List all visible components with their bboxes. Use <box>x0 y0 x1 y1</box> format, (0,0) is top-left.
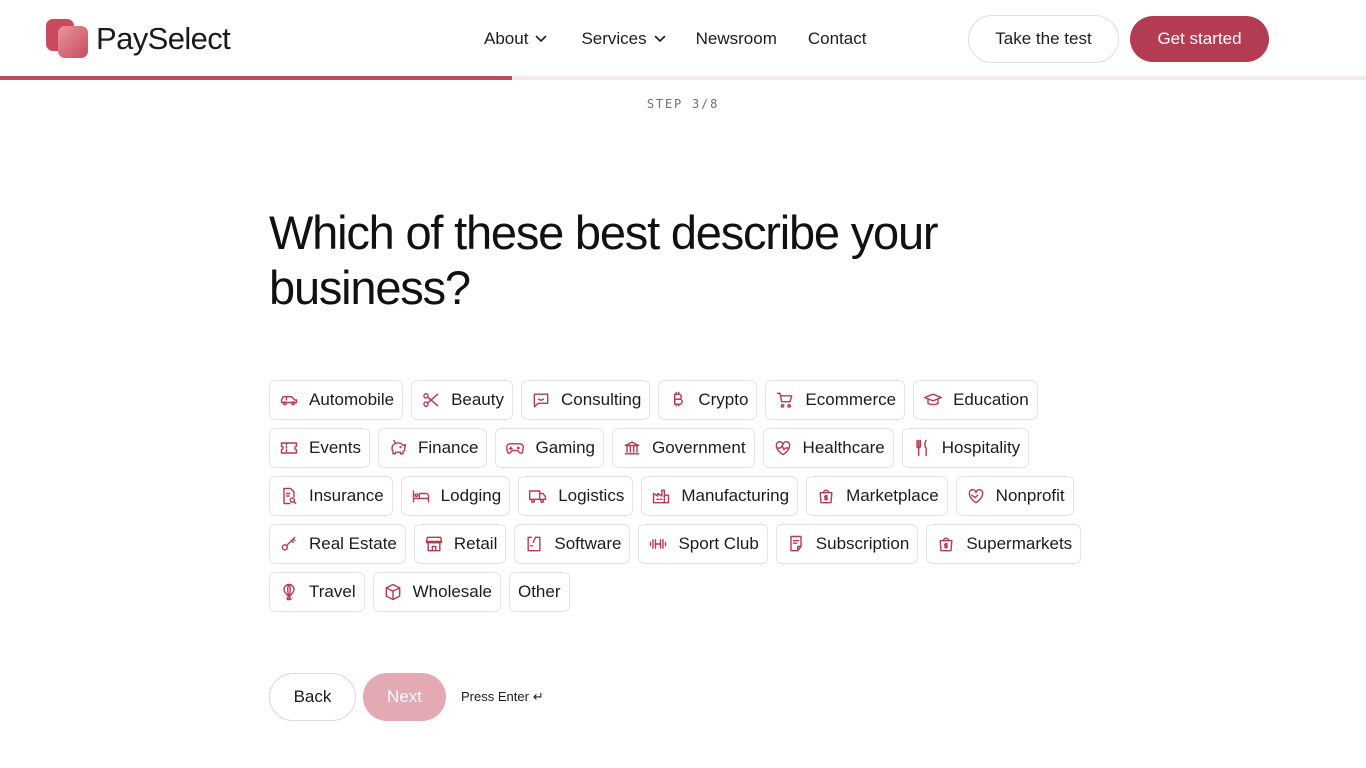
code-window-icon <box>523 533 545 555</box>
option-logistics[interactable]: Logistics <box>518 476 634 516</box>
option-gaming[interactable]: Gaming <box>495 428 604 468</box>
dollar-bag-icon <box>935 533 957 555</box>
option-ecommerce[interactable]: Ecommerce <box>765 380 906 420</box>
nav-contact[interactable]: Contact <box>808 26 867 52</box>
business-type-options: Automobile Beauty Consulting Crypto Ecom… <box>269 380 1109 620</box>
logo-mark-icon <box>46 18 90 60</box>
chevron-down-icon <box>654 35 666 43</box>
option-government[interactable]: Government <box>612 428 755 468</box>
option-sport-club[interactable]: Sport Club <box>638 524 768 564</box>
brand-name: PaySelect <box>96 21 231 56</box>
car-icon <box>278 389 300 411</box>
back-button[interactable]: Back <box>269 673 356 721</box>
key-icon <box>278 533 300 555</box>
progress-bar-fill <box>0 76 513 80</box>
truck-icon <box>527 485 549 507</box>
option-healthcare[interactable]: Healthcare <box>762 428 894 468</box>
option-finance[interactable]: Finance <box>377 428 488 468</box>
document-search-icon <box>278 485 300 507</box>
option-crypto[interactable]: Crypto <box>658 380 758 420</box>
scissors-icon <box>420 389 442 411</box>
options-row: Events Finance Gaming Government Healthc… <box>269 428 1109 468</box>
nav-services-label: Services <box>581 29 647 48</box>
heart-pulse-icon <box>772 437 794 459</box>
store-icon <box>423 533 445 555</box>
option-travel[interactable]: Travel <box>269 572 365 612</box>
options-row: Insurance Lodging Logistics Manufacturin… <box>269 476 1109 516</box>
option-software[interactable]: Software <box>514 524 631 564</box>
chat-icon <box>530 389 552 411</box>
options-row: Travel Wholesale Other <box>269 572 1109 612</box>
option-subscription[interactable]: Subscription <box>775 524 919 564</box>
option-events[interactable]: Events <box>269 428 370 468</box>
factory-icon <box>650 485 672 507</box>
bitcoin-icon <box>667 389 689 411</box>
step-indicator: STEP 3/8 <box>646 97 720 111</box>
options-row: Automobile Beauty Consulting Crypto Ecom… <box>269 380 1109 420</box>
question-title: Which of these best describe your busine… <box>269 206 939 314</box>
main-nav: About Services Newsroom Contact <box>484 26 866 52</box>
bed-icon <box>410 485 432 507</box>
keyboard-hint: Press Enter ↵ <box>461 689 544 705</box>
keyboard-hint-text: Press Enter <box>461 689 529 704</box>
box-icon <box>382 581 404 603</box>
site-header: PaySelect About Services Newsroom Contac… <box>0 0 1366 76</box>
option-hospitality[interactable]: Hospitality <box>901 428 1030 468</box>
receipt-icon <box>785 533 807 555</box>
option-manufacturing[interactable]: Manufacturing <box>641 476 799 516</box>
nav-about[interactable]: About <box>484 26 547 52</box>
progress-bar <box>0 76 1366 80</box>
piggy-bank-icon <box>387 437 409 459</box>
fork-knife-icon <box>911 437 933 459</box>
option-real-estate[interactable]: Real Estate <box>269 524 406 564</box>
hot-air-balloon-icon <box>278 581 300 603</box>
gamepad-icon <box>504 437 526 459</box>
next-button[interactable]: Next <box>363 673 446 721</box>
nav-services[interactable]: Services <box>581 26 665 52</box>
option-beauty[interactable]: Beauty <box>411 380 513 420</box>
heart-hand-icon <box>965 485 987 507</box>
option-consulting[interactable]: Consulting <box>521 380 651 420</box>
option-education[interactable]: Education <box>913 380 1038 420</box>
brand-logo[interactable]: PaySelect <box>46 18 231 60</box>
option-retail[interactable]: Retail <box>413 524 507 564</box>
cart-icon <box>774 389 796 411</box>
option-automobile[interactable]: Automobile <box>269 380 404 420</box>
nav-about-label: About <box>484 29 529 48</box>
option-marketplace[interactable]: Marketplace <box>806 476 948 516</box>
chevron-down-icon <box>535 35 547 43</box>
option-supermarkets[interactable]: Supermarkets <box>926 524 1082 564</box>
nav-newsroom[interactable]: Newsroom <box>696 26 777 52</box>
option-other[interactable]: Other <box>508 572 570 612</box>
options-row: Real Estate Retail Software Sport Club S… <box>269 524 1109 564</box>
get-started-button[interactable]: Get started <box>1130 16 1269 62</box>
enter-key-icon: ↵ <box>532 689 544 704</box>
option-insurance[interactable]: Insurance <box>269 476 393 516</box>
option-lodging[interactable]: Lodging <box>400 476 511 516</box>
option-nonprofit[interactable]: Nonprofit <box>955 476 1074 516</box>
bank-building-icon <box>621 437 643 459</box>
shopping-bag-icon <box>815 485 837 507</box>
take-the-test-button[interactable]: Take the test <box>968 15 1119 63</box>
ticket-icon <box>278 437 300 459</box>
option-wholesale[interactable]: Wholesale <box>372 572 501 612</box>
dumbbell-icon <box>647 533 669 555</box>
graduation-cap-icon <box>922 389 944 411</box>
